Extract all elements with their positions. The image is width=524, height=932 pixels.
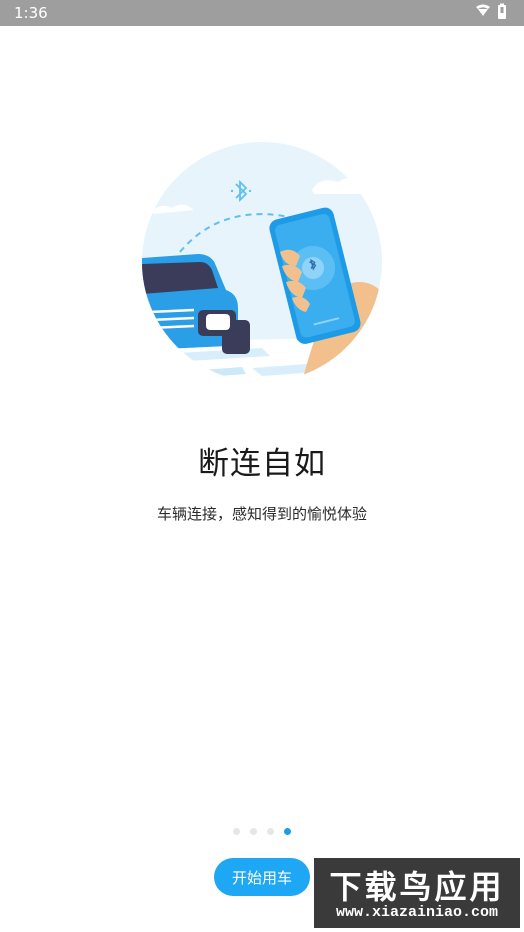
battery-icon (498, 3, 506, 19)
page-indicator (0, 828, 524, 838)
status-icons (476, 3, 506, 19)
watermark-banner: 下载鸟应用 www.xiazainiao.com (314, 858, 520, 928)
onboarding-headline: 断连自如 (198, 446, 326, 482)
status-bar: 1:36 (0, 0, 524, 26)
watermark-url: www.xiazainiao.com (335, 904, 499, 921)
page-dot-2[interactable] (250, 828, 257, 835)
start-using-car-button[interactable]: 开始用车 (214, 858, 310, 896)
page-dot-1[interactable] (233, 828, 240, 835)
page-dot-4-active[interactable] (284, 828, 291, 835)
car-phone-illustration (142, 142, 382, 382)
onboarding-subtitle: 车辆连接，感知得到的愉悦体验 (156, 505, 367, 523)
page-dot-3[interactable] (267, 828, 274, 835)
wifi-icon (476, 4, 490, 16)
watermark-title: 下载鸟应用 (329, 869, 505, 905)
status-time: 1:36 (14, 4, 48, 22)
